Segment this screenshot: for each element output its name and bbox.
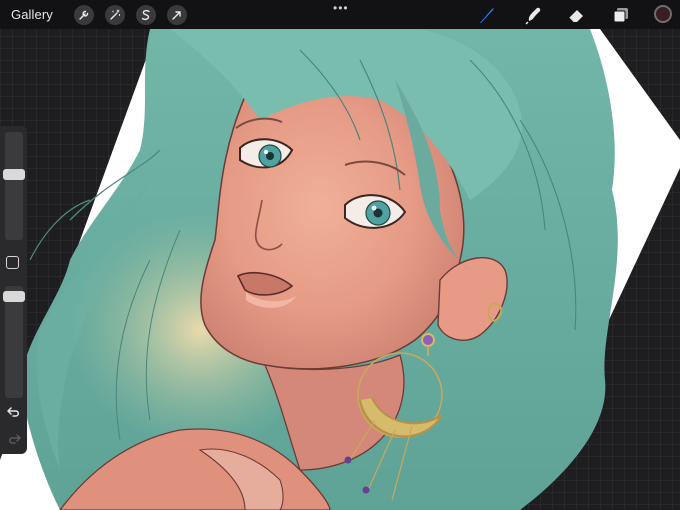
eraser-tool-button[interactable] — [565, 4, 587, 26]
brush-size-slider[interactable] — [5, 132, 23, 240]
undo-arrow-icon[interactable] — [7, 406, 21, 418]
layers-icon — [613, 8, 628, 23]
earring-stud — [421, 333, 435, 347]
brush-size-slider-thumb[interactable] — [3, 168, 25, 180]
gallery-button[interactable]: Gallery — [11, 7, 53, 22]
arrow-cursor-icon — [172, 10, 181, 20]
selection-s-icon — [141, 9, 150, 20]
top-toolbar: Gallery ••• — [0, 0, 680, 29]
wrench-icon — [79, 10, 89, 20]
actions-button[interactable] — [73, 4, 94, 25]
artwork-canvas[interactable] — [0, 0, 680, 510]
opacity-slider-thumb[interactable] — [3, 291, 25, 303]
layers-button[interactable] — [610, 4, 632, 26]
square-modify-icon[interactable] — [6, 256, 19, 269]
magic-wand-icon — [110, 9, 120, 20]
brush-icon — [480, 8, 494, 23]
more-dots-icon[interactable]: ••• — [333, 2, 349, 14]
brush-tool-button[interactable] — [476, 4, 498, 26]
smudge-icon — [525, 7, 541, 25]
transform-button[interactable] — [166, 4, 187, 25]
eraser-icon — [568, 10, 583, 23]
smudge-tool-button[interactable] — [523, 4, 545, 26]
adjustments-button[interactable] — [104, 4, 125, 25]
color-picker-swatch[interactable] — [654, 5, 672, 23]
selection-button[interactable] — [135, 4, 156, 25]
redo-arrow-icon[interactable] — [7, 433, 21, 445]
opacity-slider[interactable] — [5, 286, 23, 398]
left-sidebar — [0, 126, 27, 454]
